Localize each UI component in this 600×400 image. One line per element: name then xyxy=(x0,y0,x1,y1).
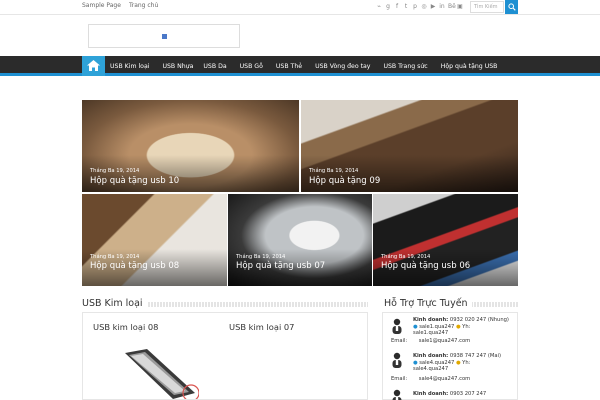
post-title[interactable]: Hộp quà tặng usb 08 xyxy=(90,261,179,271)
nav-item-usb-trang-suc[interactable]: USB Trang sức xyxy=(383,63,427,70)
post-date: Tháng Ba 19, 2014 xyxy=(309,168,359,174)
contact-yahoo-row: sale1.qua247 xyxy=(413,330,448,336)
dribbble-icon[interactable]: ◎ xyxy=(421,3,427,10)
contact-phone-row: Kinh doanh: 0938 747 247 (Mai) xyxy=(413,353,501,359)
support-agent-avatar xyxy=(392,389,402,400)
yahoo-icon: ● xyxy=(455,324,461,330)
featured-post-3[interactable]: Tháng Ba 19, 2014 Hộp quà tặng usb 08 xyxy=(82,194,227,286)
contact-email[interactable]: sale4@qua247.com xyxy=(419,376,470,382)
youtube-icon[interactable]: ▶ xyxy=(430,3,436,10)
home-icon xyxy=(87,60,100,71)
post-date: Tháng Ba 19, 2014 xyxy=(381,254,431,260)
social-icons: ⌁ g f t p ◎ ▶ in Bē ▣ xyxy=(376,3,463,10)
top-link-sample-page[interactable]: Sample Page xyxy=(82,2,121,9)
contact-phone-row: Kinh doanh: 0903 207 247 xyxy=(413,391,487,397)
post-title-usb-kim-loai-07[interactable]: USB kim loại 07 xyxy=(229,322,294,332)
main-nav: USB Kim loại USB Nhựa USB Da USB Gỗ USB … xyxy=(0,56,600,76)
top-nav: Sample Page Trang chủ xyxy=(82,2,158,9)
home-button[interactable] xyxy=(82,56,105,76)
top-bar: Sample Page Trang chủ ⌁ g f t p ◎ ▶ in B… xyxy=(0,0,600,15)
product-image-usb-kim-loai-08[interactable] xyxy=(121,349,200,400)
nav-item-hop-qua-tang-usb[interactable]: Hộp quà tặng USB xyxy=(441,63,498,70)
featured-post-4[interactable]: Tháng Ba 19, 2014 Hộp quà tặng usb 07 xyxy=(228,194,372,286)
nav-item-usb-go[interactable]: USB Gỗ xyxy=(240,63,263,70)
search-button[interactable] xyxy=(505,0,518,14)
contact-phone-row: Kinh doanh: 0932 020 247 (Nhung) xyxy=(413,317,509,323)
search-icon xyxy=(508,3,516,11)
post-date: Tháng Ba 19, 2014 xyxy=(90,254,140,260)
yahoo-id[interactable]: sale1.qua247 xyxy=(413,330,448,336)
post-title[interactable]: Hộp quà tặng usb 07 xyxy=(236,261,325,271)
rss-icon[interactable]: ⌁ xyxy=(376,3,382,10)
page: Sample Page Trang chủ ⌁ g f t p ◎ ▶ in B… xyxy=(0,0,600,400)
nav-item-usb-da[interactable]: USB Da xyxy=(203,63,226,70)
featured-post-1[interactable]: Tháng Ba 19, 2014 Hộp quà tặng usb 10 xyxy=(82,100,299,192)
site-logo[interactable] xyxy=(88,24,240,48)
yahoo-id[interactable]: sale4.qua247 xyxy=(413,366,448,372)
support-widget: Kinh doanh: 0932 020 247 (Nhung) ● sale1… xyxy=(382,312,518,400)
post-title[interactable]: Hộp quà tặng usb 06 xyxy=(381,261,470,271)
contact-email-row: Email: sale4@qua247.com xyxy=(391,376,471,382)
post-date: Tháng Ba 19, 2014 xyxy=(236,254,286,260)
nav-item-usb-the[interactable]: USB Thẻ xyxy=(276,63,302,70)
nav-items: USB Kim loại USB Nhựa USB Da USB Gỗ USB … xyxy=(110,56,510,76)
contact-email-row: Email: sale1@qua247.com xyxy=(391,338,471,344)
behance-icon[interactable]: Bē xyxy=(448,3,456,10)
google-plus-icon[interactable]: g xyxy=(385,3,391,10)
section-heading-support: Hỗ Trợ Trực Tuyến xyxy=(384,298,472,309)
featured-post-2[interactable]: Tháng Ba 19, 2014 Hộp quà tặng 09 xyxy=(301,100,518,192)
section-heading-usb-kim-loai[interactable]: USB Kim loại xyxy=(82,298,147,309)
twitter-icon[interactable]: t xyxy=(403,3,409,10)
yahoo-icon: ● xyxy=(455,360,461,366)
linkedin-icon[interactable]: in xyxy=(439,3,445,10)
search-input[interactable]: Tìm Kiếm xyxy=(470,1,504,13)
facebook-icon[interactable]: f xyxy=(394,3,400,10)
section-posts-card: USB kim loại 08 USB kim loại 07 xyxy=(82,312,368,400)
support-agent-avatar xyxy=(392,318,402,334)
logo-image-icon xyxy=(162,34,167,39)
post-title[interactable]: Hộp quà tặng 09 xyxy=(309,176,380,186)
nav-item-usb-vong-deo-tay[interactable]: USB Vòng đeo tay xyxy=(315,63,370,70)
featured-post-5[interactable]: Tháng Ba 19, 2014 Hộp quà tặng usb 06 xyxy=(373,194,518,286)
post-title-usb-kim-loai-08[interactable]: USB kim loại 08 xyxy=(93,322,158,332)
top-link-home[interactable]: Trang chủ xyxy=(129,2,158,9)
instagram-icon[interactable]: ▣ xyxy=(457,3,463,10)
nav-item-usb-kim-loai[interactable]: USB Kim loại xyxy=(110,63,149,70)
post-title[interactable]: Hộp quà tặng usb 10 xyxy=(90,176,179,186)
support-agent-avatar xyxy=(392,352,402,368)
contact-yahoo-row: sale4.qua247 xyxy=(413,366,448,372)
post-date: Tháng Ba 19, 2014 xyxy=(90,168,140,174)
nav-item-usb-nhua[interactable]: USB Nhựa xyxy=(162,63,193,70)
contact-email[interactable]: sale1@qua247.com xyxy=(419,338,470,344)
pinterest-icon[interactable]: p xyxy=(412,3,418,10)
usb-stick-image xyxy=(125,349,200,400)
